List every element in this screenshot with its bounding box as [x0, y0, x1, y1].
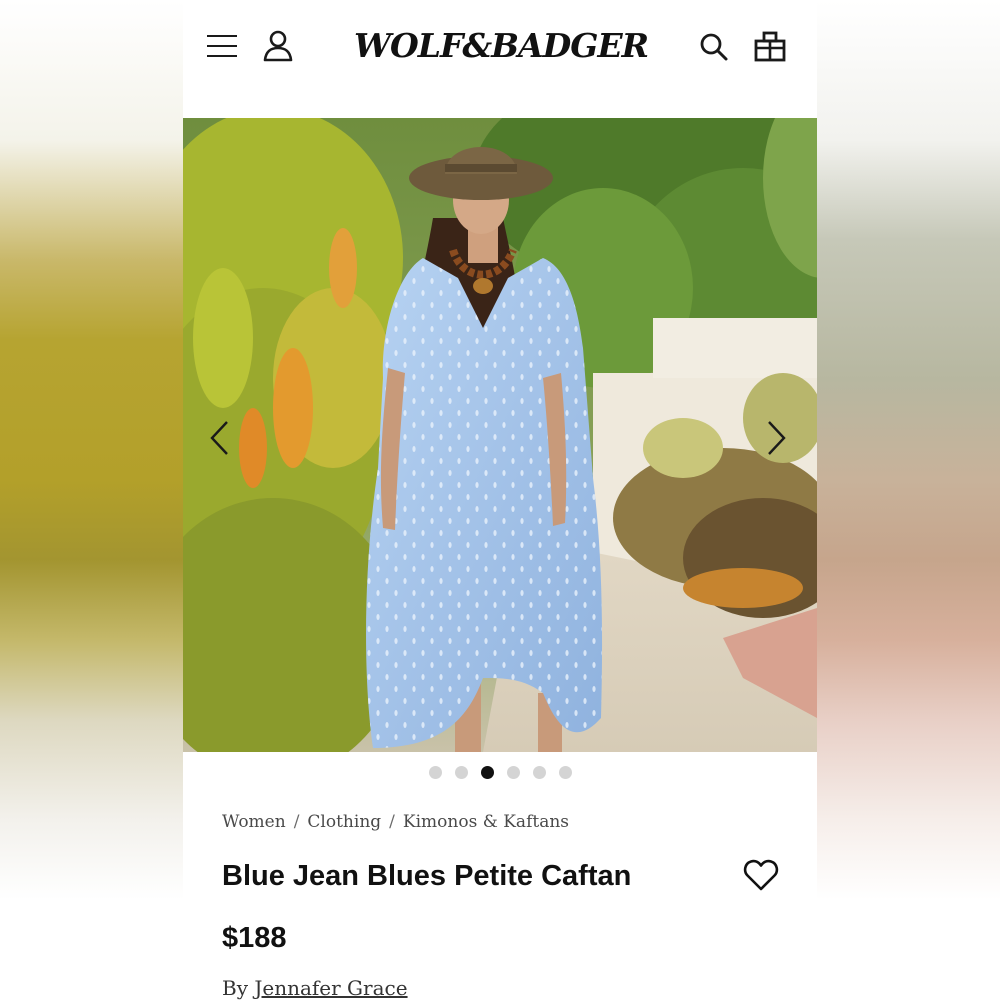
breadcrumb-separator: / [389, 812, 395, 832]
site-logo[interactable]: WOLF&BADGER [353, 26, 649, 66]
product-title: Blue Jean Blues Petite Caftan [222, 860, 632, 892]
chevron-right-icon[interactable] [761, 418, 791, 458]
product-image[interactable] [183, 118, 817, 752]
chevron-left-icon[interactable] [205, 418, 235, 458]
carousel-dot[interactable] [428, 766, 442, 779]
blurred-backdrop-right [817, 0, 1000, 1000]
site-header: WOLF&BADGER [183, 0, 817, 118]
search-icon[interactable] [699, 32, 729, 62]
product-page: WOLF&BADGER Women / Clothing / Kimonos &… [183, 0, 817, 1000]
carousel-dot-active[interactable] [480, 766, 494, 779]
carousel-dot[interactable] [506, 766, 520, 779]
breadcrumb: Women / Clothing / Kimonos & Kaftans [222, 810, 569, 834]
account-icon[interactable] [263, 30, 293, 62]
breadcrumb-kimonos-kaftans[interactable]: Kimonos & Kaftans [403, 812, 569, 832]
blurred-backdrop-left [0, 0, 183, 1000]
by-prefix: By [222, 976, 248, 1000]
breadcrumb-women[interactable]: Women [222, 812, 286, 832]
product-photo [183, 118, 817, 752]
heart-icon[interactable] [743, 858, 779, 892]
designer-byline: By Jennafer Grace [222, 973, 408, 1000]
carousel-dot[interactable] [532, 766, 546, 779]
carousel-dot[interactable] [558, 766, 572, 779]
designer-link[interactable]: Jennafer Grace [254, 976, 407, 1000]
breadcrumb-separator: / [293, 812, 300, 832]
breadcrumb-clothing[interactable]: Clothing [307, 812, 381, 832]
carousel-dots [183, 766, 817, 780]
shopping-bag-icon[interactable] [753, 30, 787, 62]
menu-icon[interactable] [207, 33, 239, 59]
carousel-dot[interactable] [454, 766, 468, 779]
product-price: $188 [222, 922, 287, 954]
